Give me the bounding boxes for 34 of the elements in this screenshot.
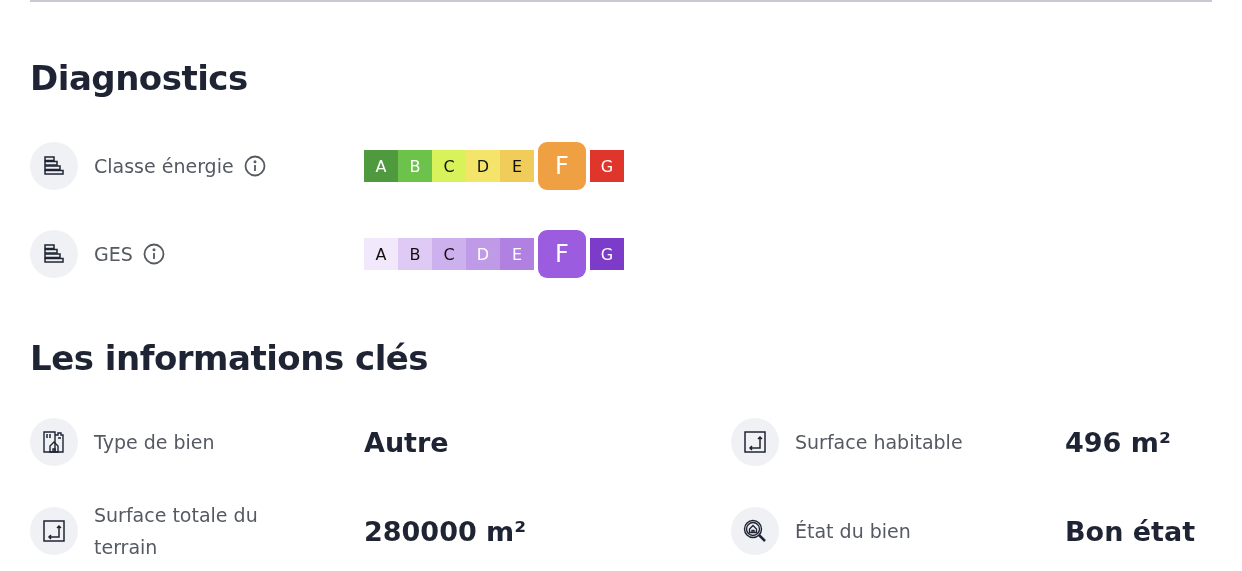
grade: A: [364, 238, 398, 270]
info-value: Bon état: [1065, 515, 1196, 547]
grade: A: [364, 150, 398, 182]
stack-icon: [43, 155, 65, 177]
grade: G: [590, 150, 624, 182]
surface-area-icon: [743, 430, 767, 454]
info-icon[interactable]: [243, 155, 266, 177]
info-label: Surface habitable: [795, 430, 964, 455]
diagnostic-label: Classe énergie: [94, 155, 234, 177]
grade: E: [500, 238, 534, 270]
info-icon[interactable]: [142, 243, 165, 265]
grade: D: [466, 238, 500, 270]
selected-grade: F: [538, 230, 586, 278]
grade: C: [432, 238, 466, 270]
grade: E: [500, 150, 534, 182]
building-icon: [41, 429, 67, 455]
section-title: Les informations clés: [30, 338, 430, 378]
stack-icon: [43, 243, 65, 265]
grade: D: [466, 150, 500, 182]
grade: B: [398, 238, 432, 270]
magnifier-house-icon: [742, 518, 768, 544]
grade: C: [432, 150, 466, 182]
info-value: Autre: [364, 426, 449, 458]
section-title: Diagnostics: [30, 58, 249, 98]
diagnostic-label: GES: [94, 243, 133, 265]
info-label: Surface totale du terrain: [94, 503, 259, 560]
info-label: Type de bien: [94, 430, 216, 455]
grade: G: [590, 238, 624, 270]
info-value: 496 m²: [1065, 426, 1171, 458]
grade: B: [398, 150, 432, 182]
surface-area-icon: [42, 519, 66, 543]
info-label: État du bien: [795, 519, 912, 544]
selected-grade: F: [538, 142, 586, 190]
info-value: 280000 m²: [364, 515, 527, 547]
